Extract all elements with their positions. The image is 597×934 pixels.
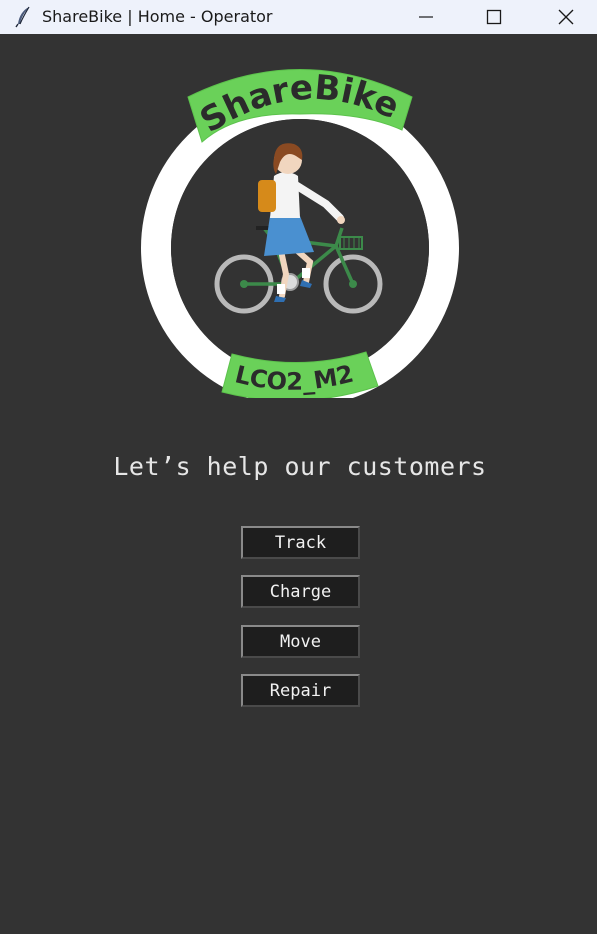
move-button[interactable]: Move <box>241 625 360 658</box>
minimize-button[interactable] <box>398 0 454 34</box>
close-button[interactable] <box>538 0 594 34</box>
tagline: Let’s help our customers <box>113 452 487 481</box>
window-title: ShareBike | Home - Operator <box>42 7 273 26</box>
repair-button[interactable]: Repair <box>241 674 360 707</box>
track-button[interactable]: Track <box>241 526 360 559</box>
charge-button[interactable]: Charge <box>241 575 360 608</box>
sharebike-logo: ShareBike LCO2_M2 <box>141 68 459 398</box>
app-window: ShareBike | Home - Operator ShareBike LC… <box>0 0 597 934</box>
window-resize-grip[interactable] <box>0 348 3 356</box>
maximize-button[interactable] <box>466 0 522 34</box>
close-icon <box>558 9 574 25</box>
feather-icon <box>15 6 30 28</box>
home-content: ShareBike LCO2_M2 Let’s help our custome… <box>0 34 597 934</box>
minimize-icon <box>419 16 433 18</box>
maximize-icon <box>486 9 502 25</box>
title-bar[interactable]: ShareBike | Home - Operator <box>0 0 597 34</box>
